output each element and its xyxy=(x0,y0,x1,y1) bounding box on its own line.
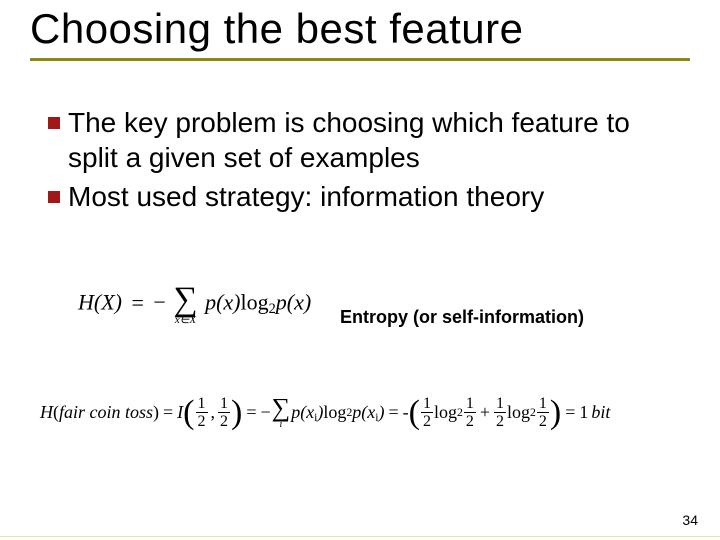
eq2-eq3: = xyxy=(389,402,399,423)
slide: Choosing the best feature The key proble… xyxy=(0,0,720,540)
eq2-pxi2: p(xi) xyxy=(352,402,384,424)
sum-limits: x∈X xyxy=(173,315,197,326)
eq-px: p(x) xyxy=(205,290,240,315)
entropy-formula: H(X) = − ∑ x∈X p(x)log2p(x) xyxy=(78,283,311,326)
fraction-half: 1 2 xyxy=(218,396,230,430)
eq-log: log xyxy=(241,290,269,315)
fraction-half: 1 2 xyxy=(421,396,433,430)
eq2-pxi: p(xi) xyxy=(291,402,323,424)
bullet-marker-icon xyxy=(48,117,60,129)
footer-rule xyxy=(0,536,720,537)
eq2-neg: − xyxy=(260,402,270,423)
eq2-eq4: = xyxy=(565,402,575,423)
eq-minus: − xyxy=(153,290,165,315)
eq2-neg2: - xyxy=(403,402,409,423)
sigma-icon: ∑ i xyxy=(272,395,291,430)
bullet-marker-icon xyxy=(48,191,60,203)
eq2-eq2: = xyxy=(246,402,256,423)
sum-limits: i xyxy=(280,420,283,430)
coin-entropy-formula: H(fair coin toss) = I( 1 2 , 1 2 ) = − ∑… xyxy=(40,395,688,430)
eq2-result-unit: bit xyxy=(591,402,610,423)
eq-lhs: H(X) xyxy=(78,290,122,315)
slide-title: Choosing the best feature xyxy=(30,6,690,52)
entropy-caption: Entropy (or self-information) xyxy=(340,307,584,328)
eq-log-base: 2 xyxy=(269,301,276,317)
bullet-item: Most used strategy: information theory xyxy=(48,179,663,214)
bullet-item: The key problem is choosing which featur… xyxy=(48,105,663,175)
bullet-text: The key problem is choosing which featur… xyxy=(68,105,663,175)
eq-px2: p(x) xyxy=(276,290,311,315)
title-underline xyxy=(30,58,690,61)
fraction-half: 1 2 xyxy=(494,396,506,430)
eq2-result-value: 1 xyxy=(579,402,588,423)
body-content: The key problem is choosing which featur… xyxy=(48,105,663,218)
eq2-arg: fair coin toss xyxy=(59,402,153,423)
bullet-text: Most used strategy: information theory xyxy=(68,179,663,214)
eq-equals: = xyxy=(131,290,143,315)
sigma-icon: ∑ x∈X xyxy=(173,283,197,326)
title-block: Choosing the best feature xyxy=(30,6,690,61)
fraction-half: 1 2 xyxy=(537,396,549,430)
eq2-H: H xyxy=(40,402,53,423)
fraction-half: 1 2 xyxy=(196,396,208,430)
eq2-eq1: = xyxy=(163,402,173,423)
page-number: 34 xyxy=(682,512,698,528)
fraction-half: 1 2 xyxy=(464,396,476,430)
